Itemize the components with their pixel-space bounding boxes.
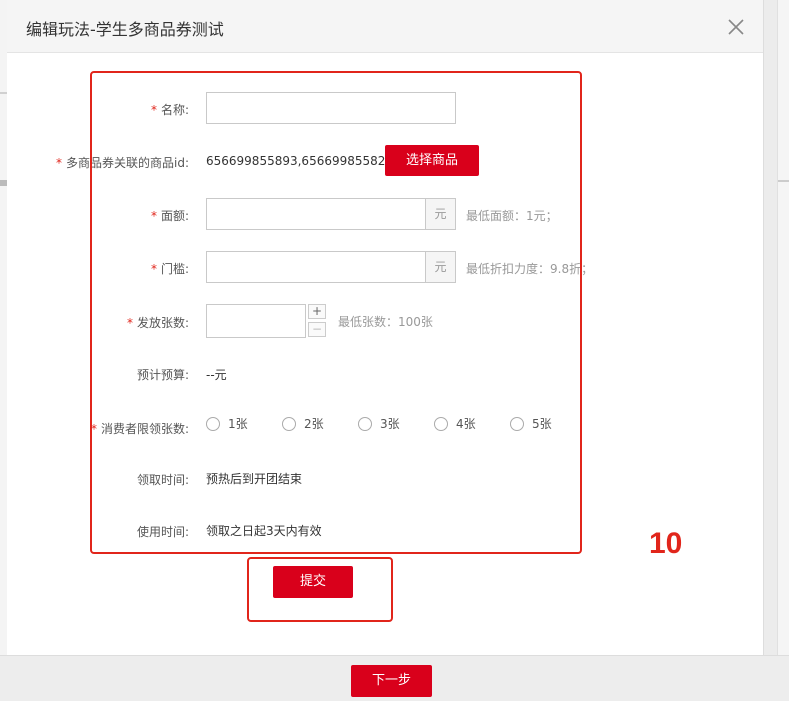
background-divider (778, 180, 789, 182)
background-divider (0, 180, 7, 186)
dialog-header: 编辑玩法-学生多商品券测试 (7, 0, 763, 53)
highlight-box-form (90, 71, 582, 554)
close-icon[interactable] (725, 16, 747, 38)
highlight-box-submit (247, 557, 393, 622)
next-step-button[interactable]: 下一步 (351, 665, 432, 697)
dialog-title: 编辑玩法-学生多商品券测试 (26, 20, 224, 39)
background-divider (0, 92, 7, 94)
background-left (0, 0, 7, 655)
annotation-step-number: 10 (649, 527, 683, 560)
background-scroll-area (777, 0, 789, 655)
footer-bar: 下一步 (0, 655, 789, 701)
